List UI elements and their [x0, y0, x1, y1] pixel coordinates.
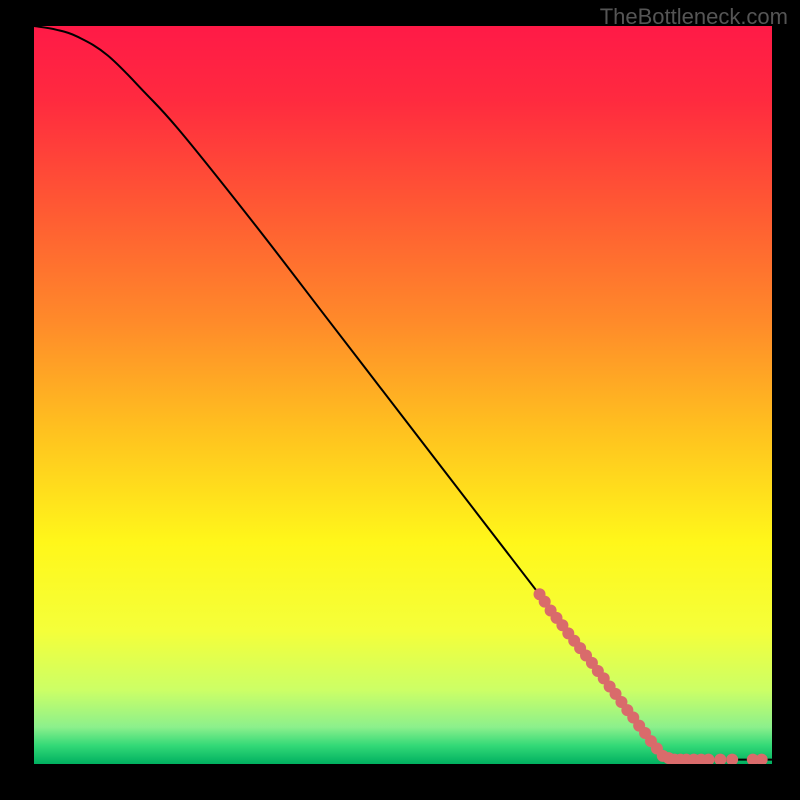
chart-plot-area: [34, 26, 772, 764]
watermark-text: TheBottleneck.com: [600, 4, 788, 30]
chart-svg: [34, 26, 772, 764]
chart-background: [34, 26, 772, 764]
